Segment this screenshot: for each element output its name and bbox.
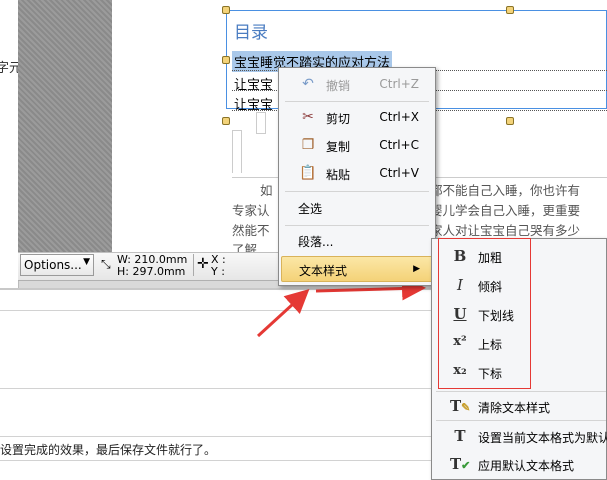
menu-item-shortcut: Ctrl+V [379,166,419,180]
menu-separator [436,420,606,421]
context-menu: ↶ 撤销 Ctrl+Z ✂ 剪切 Ctrl+X ❐ 复制 Ctrl+C 📋 粘贴… [278,67,436,286]
submenu-item-label: 应用默认文本格式 [478,459,575,473]
menu-item-select-all[interactable]: 全选 [281,195,433,221]
menu-item-text-style[interactable]: 文本样式 ▶ [281,256,433,282]
menu-item-cut[interactable]: ✂ 剪切 Ctrl+X [281,105,433,131]
annotation-highlight-box [438,238,531,389]
menu-item-copy[interactable]: ❐ 复制 Ctrl+C [281,133,433,159]
menu-item-label: 全选 [298,202,323,216]
submenu-item-label: 清除文本样式 [478,401,551,415]
menu-separator [436,391,606,392]
menu-item-shortcut: Ctrl+Z [379,77,419,91]
submenu-item-clear-style[interactable]: T✎ 清除文本样式 [440,393,607,421]
red-arrow [315,276,426,301]
menu-item-label: 剪切 [326,112,351,126]
copy-icon: ❐ [301,137,315,153]
menu-item-undo[interactable]: ↶ 撤销 Ctrl+Z [281,72,433,98]
menu-separator [285,101,429,102]
submenu-item-apply-default[interactable]: T✔ 应用默认文本格式 [440,451,607,479]
menu-item-label: 复制 [326,140,351,154]
menu-item-shortcut: Ctrl+X [379,110,419,124]
submenu-item-label: 设置当前文本格式为默认 [478,431,607,445]
apply-default-style-icon: T✔ [450,455,471,473]
undo-icon: ↶ [302,76,314,92]
menu-separator [285,191,429,192]
menu-item-shortcut: Ctrl+C [379,138,419,152]
menu-item-paste[interactable]: 📋 粘贴 Ctrl+V [281,161,433,187]
menu-item-label: 文本样式 [299,264,348,278]
menu-separator [285,225,429,226]
menu-item-label: 段落... [298,235,334,249]
menu-item-label: 撤销 [326,79,351,93]
menu-item-label: 粘贴 [326,168,351,182]
submenu-item-set-default[interactable]: T 设置当前文本格式为默认 [440,423,607,451]
clear-style-icon: T✎ [450,397,471,415]
menu-item-paragraph[interactable]: 段落... [281,228,433,254]
paste-icon: 📋 [299,165,317,181]
red-arrow [256,288,310,338]
chevron-right-icon: ▶ [413,264,420,274]
set-default-style-icon: T [454,427,466,445]
scissors-icon: ✂ [302,109,314,125]
